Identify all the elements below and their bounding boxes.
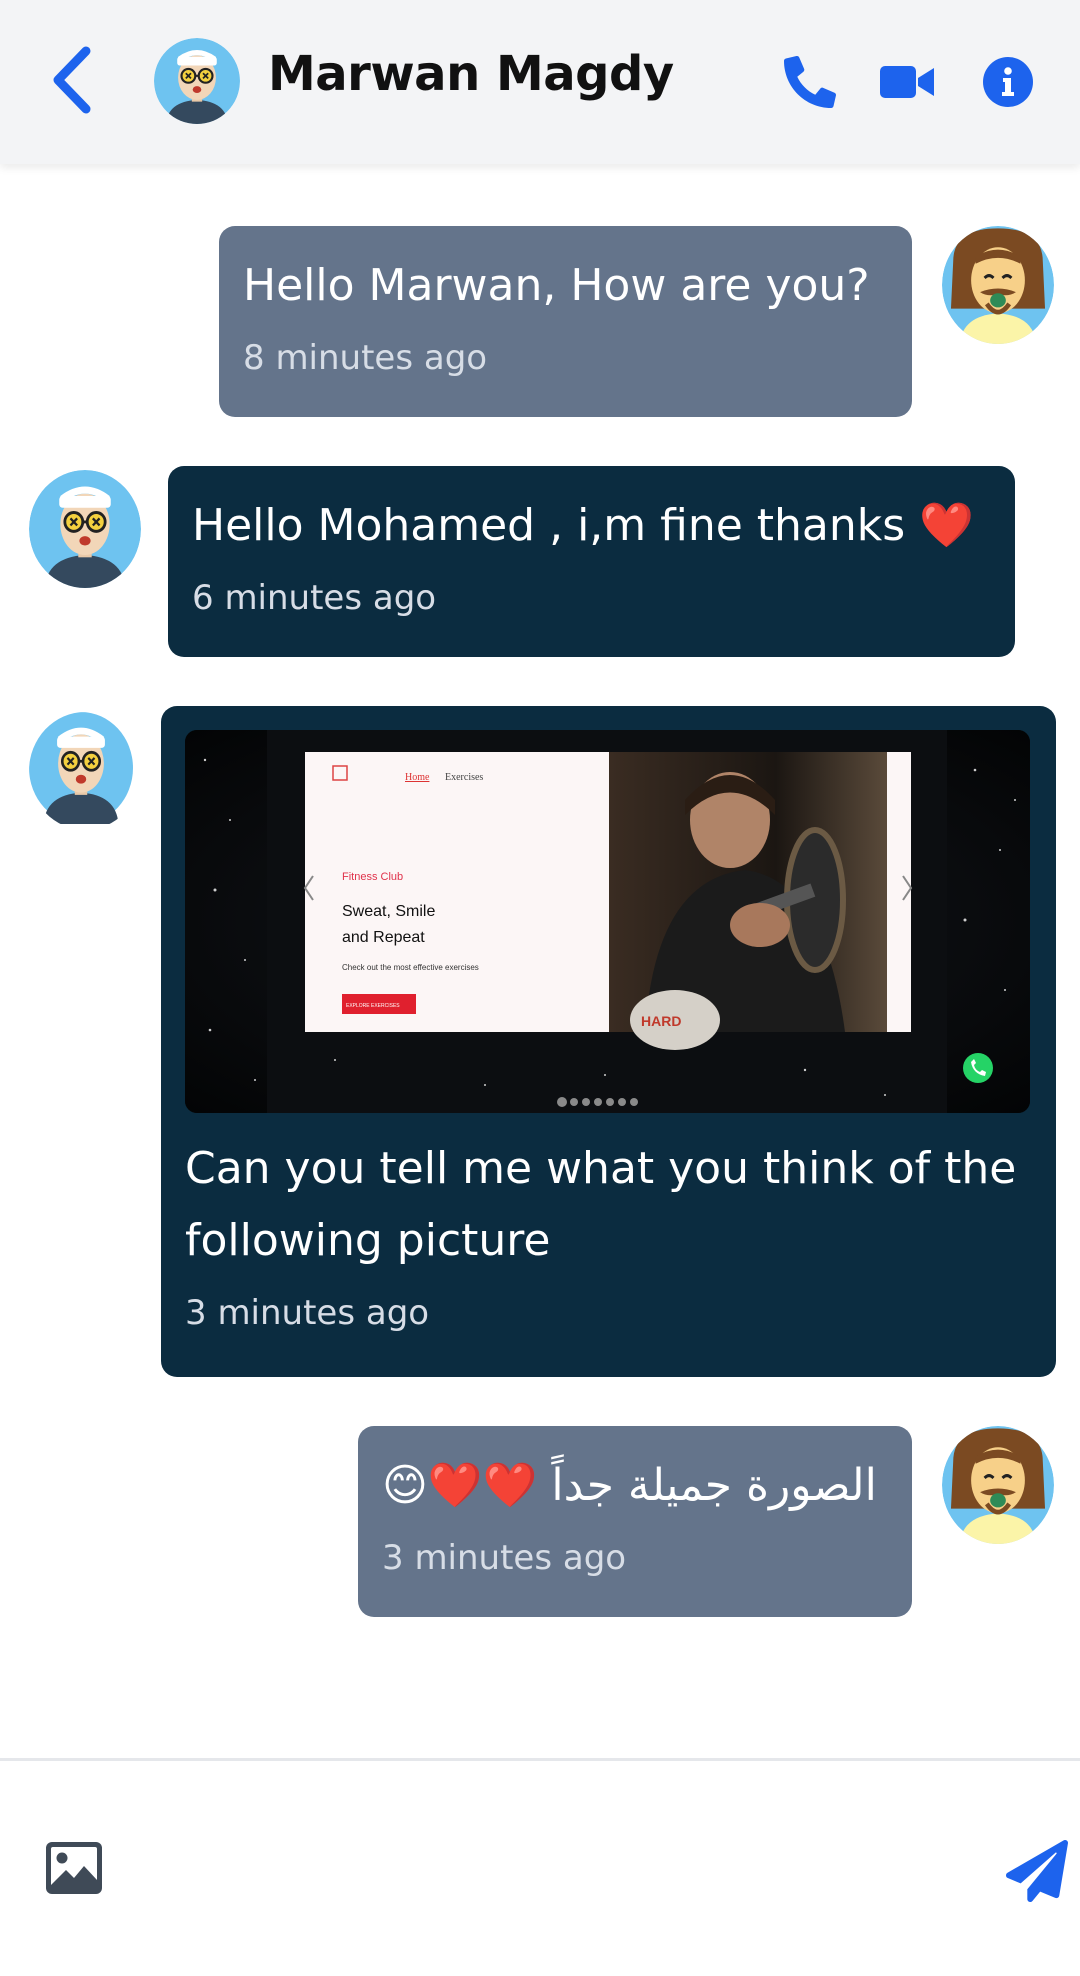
slide-shirt-text: HARD xyxy=(641,1013,681,1029)
message-input[interactable] xyxy=(130,1820,990,1916)
attach-image-button[interactable] xyxy=(46,1842,102,1894)
info-button[interactable] xyxy=(976,50,1040,114)
send-button[interactable] xyxy=(1006,1839,1068,1903)
video-camera-icon xyxy=(880,66,934,98)
message-bubble-received-image[interactable]: Home Exercises Fitness Club Sweat, Smile… xyxy=(161,706,1056,1377)
slide-subtext: Check out the most effective exercises xyxy=(342,963,479,972)
composer-divider xyxy=(0,1758,1080,1761)
slide-nav-home: Home xyxy=(405,772,430,783)
contact-avatar[interactable] xyxy=(154,38,240,124)
contact-message-avatar xyxy=(29,712,141,830)
message-bubble-received[interactable]: Hello Mohamed , i,m fine thanks ❤️ 6 min… xyxy=(168,466,1015,657)
contact-name[interactable]: Marwan Magdy xyxy=(268,46,674,102)
chat-header: Marwan Magdy xyxy=(0,0,1080,164)
my-avatar xyxy=(942,226,1054,344)
slide-cta: EXPLORE EXERCISES xyxy=(346,1003,400,1009)
chat-screen: Marwan Magdy Hello Marwan, How are you? … xyxy=(0,0,1080,1976)
slide-eyebrow: Fitness Club xyxy=(342,871,403,883)
message-bubble-sent[interactable]: Hello Marwan, How are you? 8 minutes ago xyxy=(219,226,912,417)
call-button[interactable] xyxy=(778,50,842,114)
phone-icon xyxy=(784,56,836,108)
slide-headline-line1: Sweat, Smile xyxy=(342,903,435,920)
message-timestamp: 3 minutes ago xyxy=(382,1538,627,1578)
message-timestamp: 8 minutes ago xyxy=(243,338,488,378)
my-avatar xyxy=(942,1426,1054,1544)
message-text: الصورة جميلة جداً ❤️❤️😊 xyxy=(382,1460,877,1511)
message-text: Hello Marwan, How are you? xyxy=(243,260,870,311)
message-text: Hello Mohamed , i,m fine thanks ❤️ xyxy=(192,500,974,551)
back-button[interactable] xyxy=(42,42,102,118)
image-icon xyxy=(46,1842,102,1894)
message-bubble-sent[interactable]: الصورة جميلة جداً ❤️❤️😊 3 minutes ago xyxy=(358,1426,912,1617)
slide-headline-line2: and Repeat xyxy=(342,929,425,946)
message-timestamp: 6 minutes ago xyxy=(192,578,437,618)
video-call-button[interactable] xyxy=(876,50,940,114)
attached-image[interactable]: Home Exercises Fitness Club Sweat, Smile… xyxy=(185,730,1030,1113)
message-text: Can you tell me what you think of the fo… xyxy=(185,1143,1017,1266)
send-icon xyxy=(1006,1839,1068,1903)
info-icon xyxy=(983,57,1033,107)
contact-message-avatar xyxy=(29,470,141,588)
chevron-left-icon xyxy=(53,46,91,114)
message-timestamp: 3 minutes ago xyxy=(185,1293,430,1333)
slide-nav-exercises: Exercises xyxy=(445,772,483,783)
